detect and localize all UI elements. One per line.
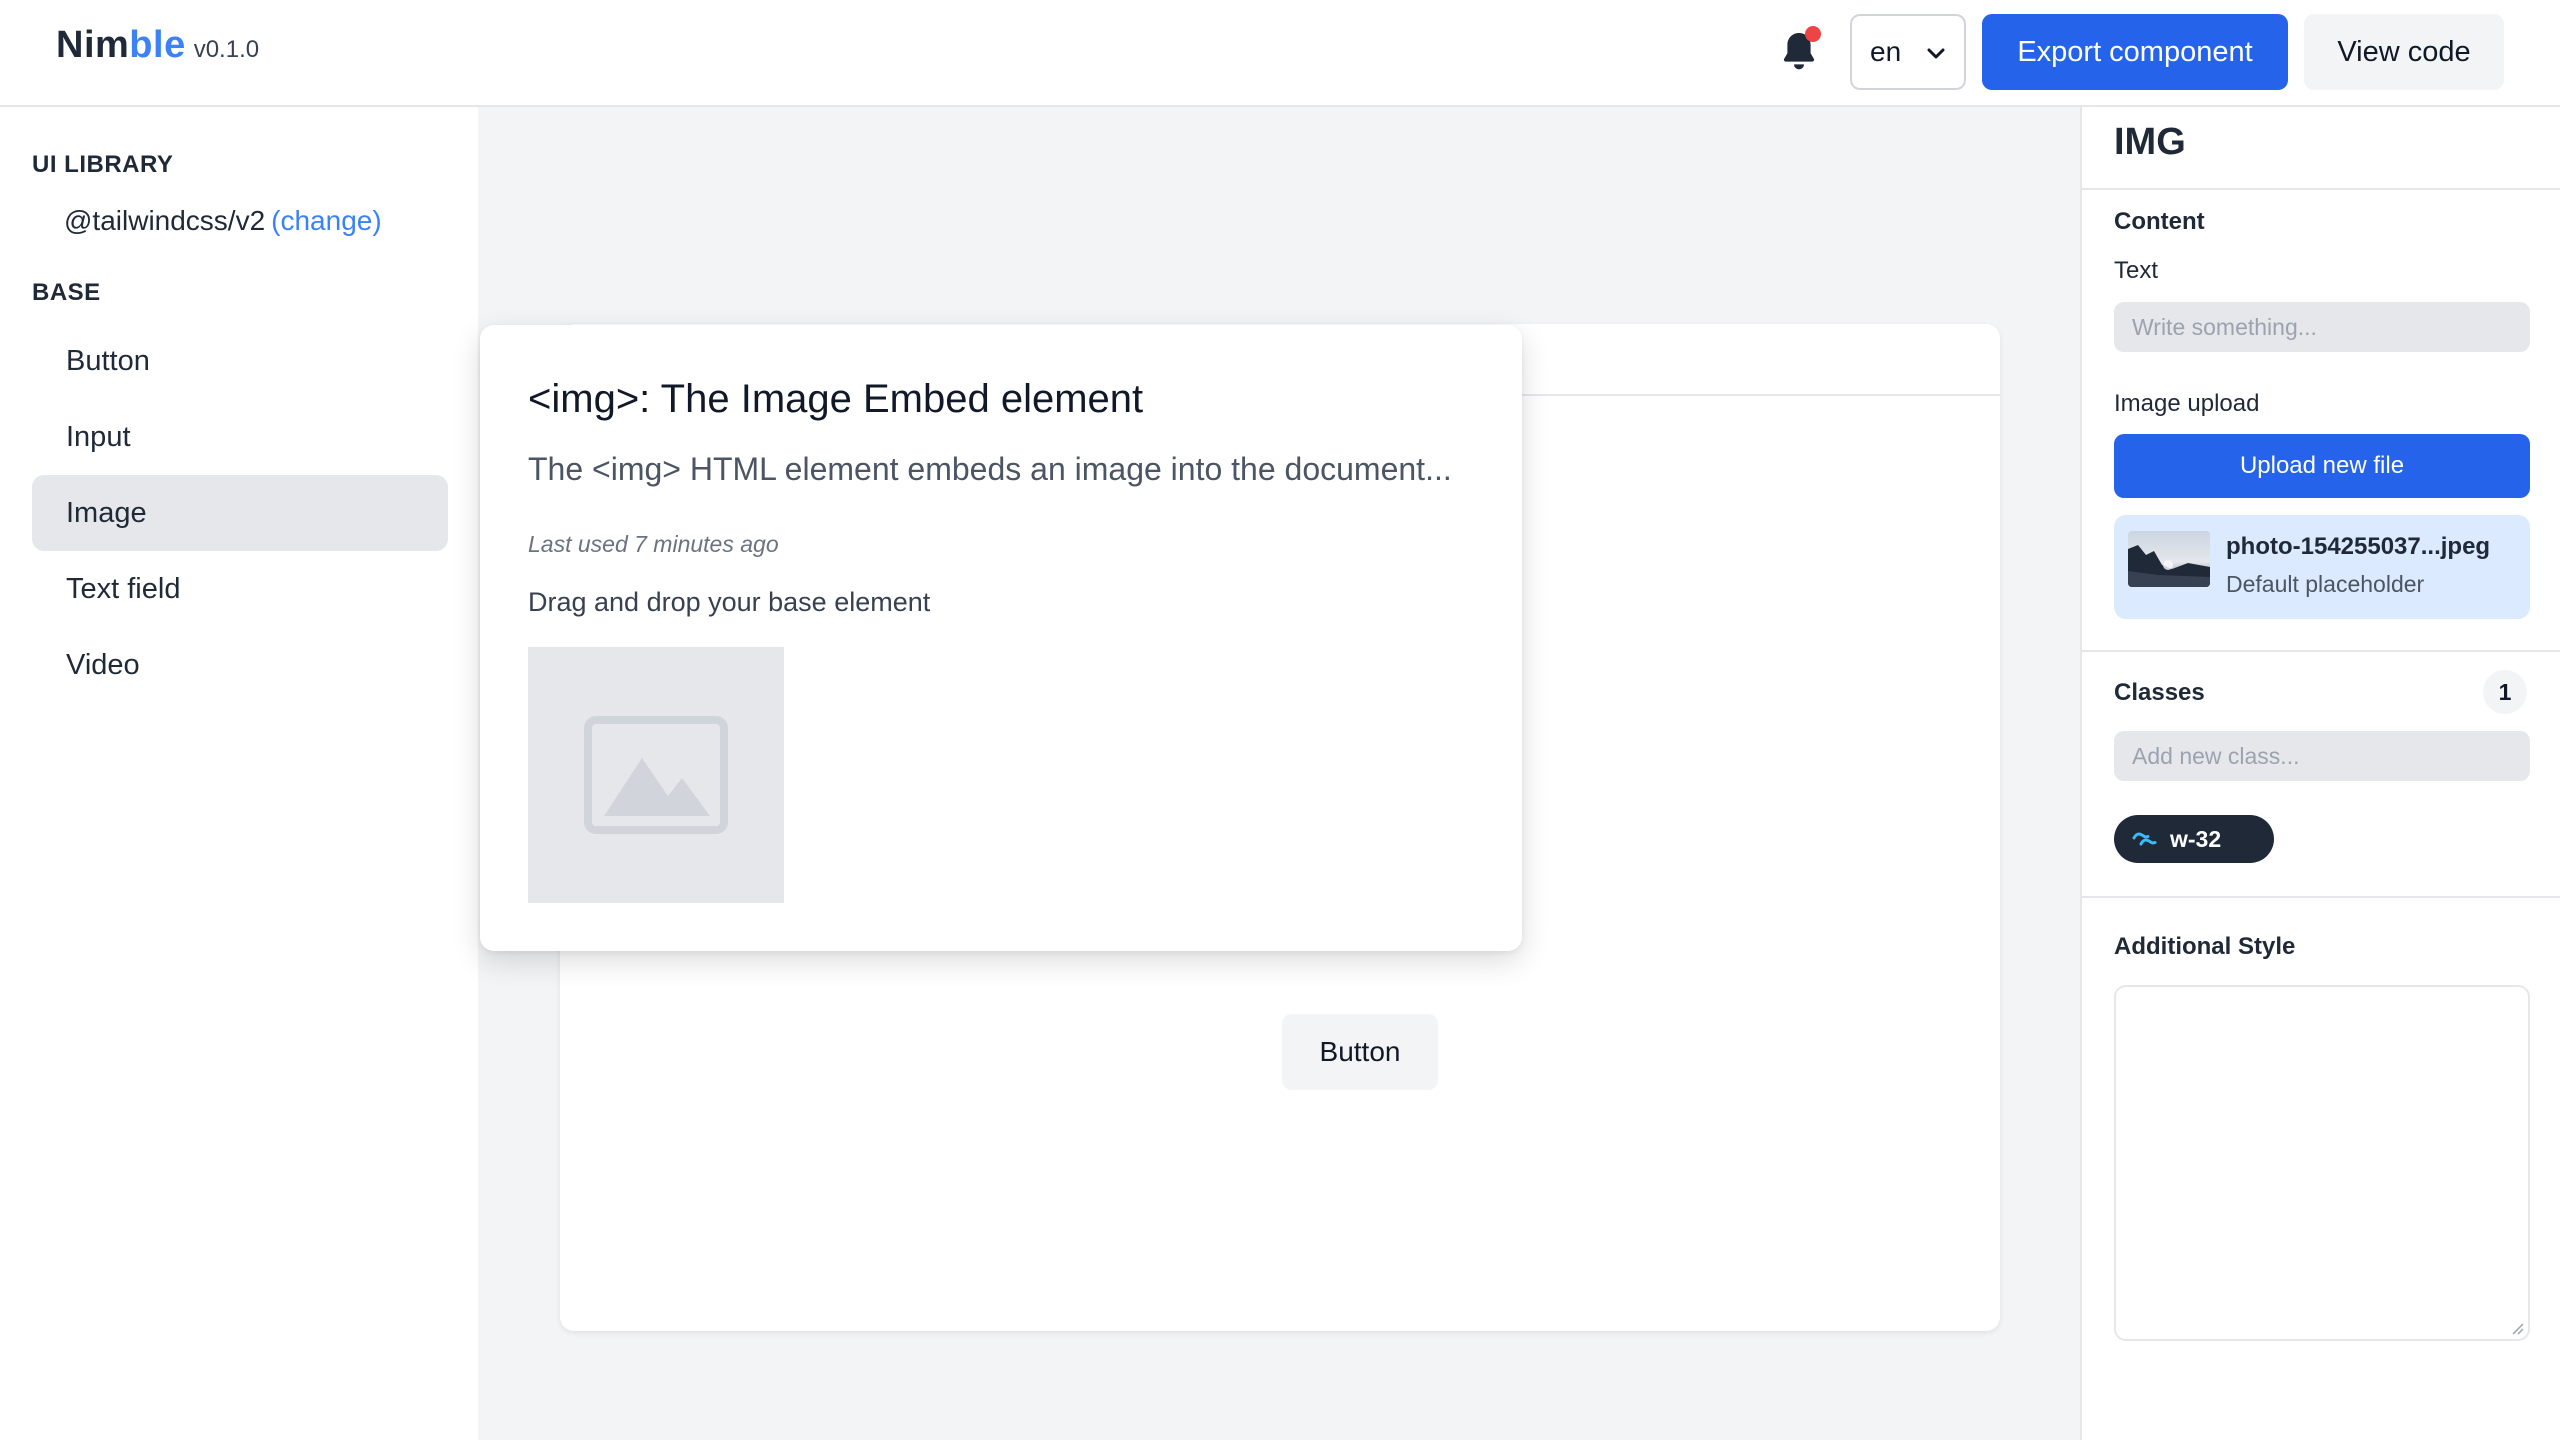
brand-name-prefix: Nim [56,24,130,66]
language-value: en [1870,36,1902,67]
sidebar-item-text-field[interactable]: Text field [32,551,448,627]
change-library-link[interactable]: (change) [271,205,382,236]
ui-library-heading: UI LIBRARY [32,151,174,178]
popover-description: The <img> HTML element embeds an image i… [528,451,1452,487]
view-code-button[interactable]: View code [2304,14,2504,90]
add-class-input[interactable]: Add new class... [2114,731,2530,781]
panel-divider [2082,650,2560,652]
sidebar-item-image[interactable]: Image [32,475,448,551]
export-component-button[interactable]: Export component [1982,14,2288,90]
library-selector: @tailwindcss/v2 (change) [64,205,382,237]
app-logo[interactable]: Nimble v0.1.0 [56,24,259,67]
sidebar-item-label: Video [66,648,140,681]
text-label: Text [2114,257,2159,284]
image-placeholder-icon [584,716,728,834]
sidebar-item-video[interactable]: Video [32,627,448,703]
sidebar-item-input[interactable]: Input [32,399,448,475]
class-chip[interactable]: w-32 [2114,815,2274,863]
popover-drag-hint: Drag and drop your base element [528,587,931,617]
file-name: photo-154255037...jpeg [2226,533,2491,560]
notification-dot [1805,26,1821,42]
classes-heading: Classes [2114,679,2205,706]
canvas-button-element[interactable]: Button [1282,1014,1438,1090]
additional-style-textarea[interactable] [2114,985,2530,1341]
popover-last-used: Last used 7 minutes ago [528,531,779,557]
classes-count-badge: 1 [2483,670,2527,714]
panel-title: IMG [2114,121,2186,163]
add-class-placeholder: Add new class... [2132,742,2300,769]
app-version: v0.1.0 [193,36,260,63]
file-thumbnail [2128,531,2210,587]
text-input[interactable]: Write something... [2114,302,2530,352]
properties-panel: IMG Content Text Write something... Imag… [2080,107,2560,1440]
sidebar-item-label: Input [66,420,131,453]
uploaded-file-card[interactable]: photo-154255037...jpeg Default placehold… [2114,515,2530,619]
top-header: Nimble v0.1.0 en Export component View co… [0,0,2560,107]
library-name: @tailwindcss/v2 [64,205,266,236]
upload-new-file-button[interactable]: Upload new file [2114,434,2530,498]
additional-style-heading: Additional Style [2114,933,2296,960]
base-heading: BASE [32,279,101,306]
content-heading: Content [2114,208,2205,235]
file-caption: Default placeholder [2226,571,2425,597]
chevron-down-icon [1927,48,1945,59]
sidebar-item-label: Image [66,496,147,529]
sidebar-item-button[interactable]: Button [32,323,448,399]
class-chip-label: w-32 [2170,825,2222,852]
language-select[interactable]: en [1850,14,1966,90]
sidebar-item-label: Button [66,344,150,377]
tailwind-icon [2132,832,2157,846]
image-upload-label: Image upload [2114,390,2260,417]
notifications-button[interactable] [1775,26,1823,76]
text-input-placeholder: Write something... [2132,313,2317,340]
resize-grip-icon[interactable] [2508,1319,2524,1335]
component-sidebar: UI LIBRARY @tailwindcss/v2 (change) BASE … [0,107,480,1440]
panel-divider [2082,188,2560,190]
sidebar-item-label: Text field [66,572,181,605]
element-info-popover: <img>: The Image Embed element The <img>… [480,325,1522,951]
panel-divider [2082,896,2560,898]
popover-title: <img>: The Image Embed element [528,377,1144,421]
brand-name-accent: ble [129,24,186,66]
draggable-image-element[interactable] [528,647,784,903]
